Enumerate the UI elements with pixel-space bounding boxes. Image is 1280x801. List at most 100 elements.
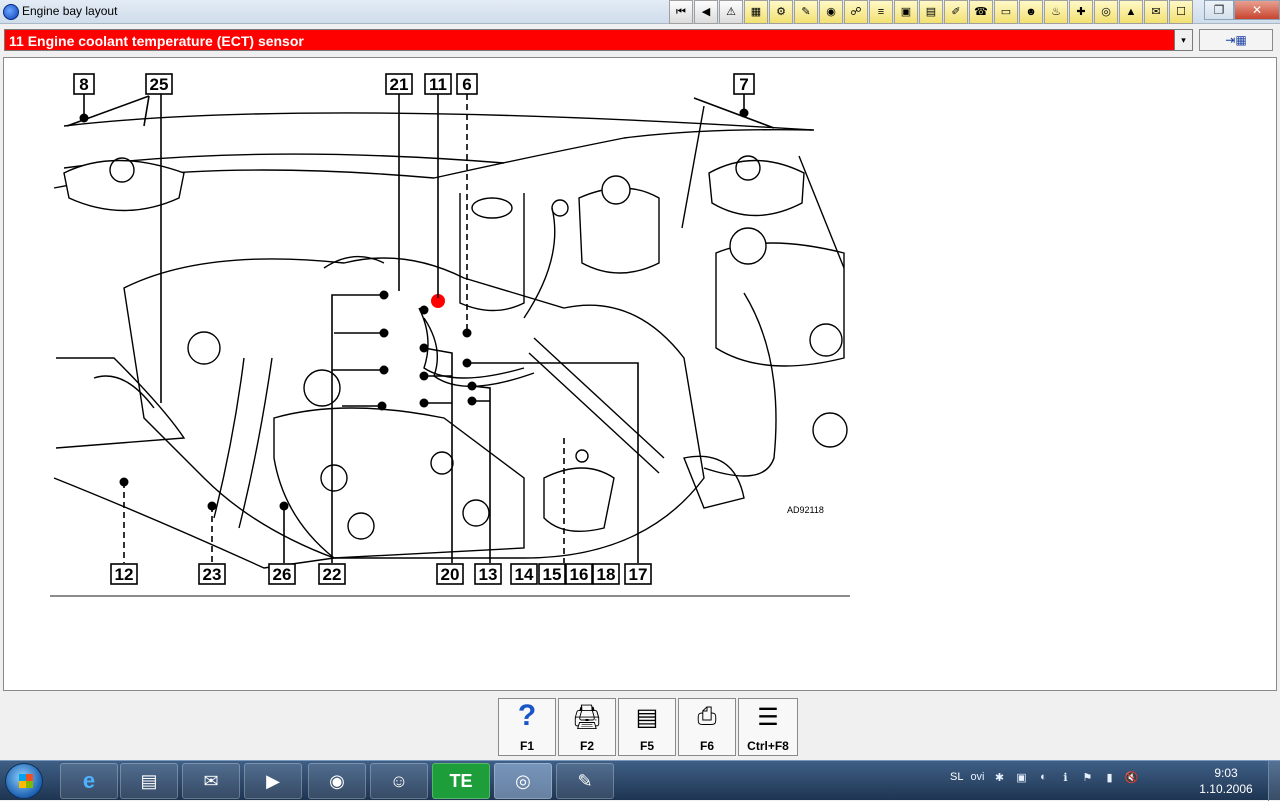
print-button[interactable]: ⎙ F6 [678, 698, 736, 756]
bluetooth-icon[interactable]: ✱ [991, 769, 1007, 785]
callout-label-18[interactable]: 18 [592, 563, 620, 585]
toolbar-tool-7-button[interactable]: ▣ [894, 0, 918, 24]
list-button[interactable]: ☰ Ctrl+F8 [738, 698, 798, 756]
toolbar-tool-4-button[interactable]: ◉ [819, 0, 843, 24]
callout-label-21[interactable]: 21 [385, 73, 413, 95]
taskbar-chrome-button[interactable]: ◉ [308, 763, 366, 799]
window-title: Engine bay layout [22, 4, 118, 18]
document-label: F5 [639, 739, 654, 753]
taskbar-internet-explorer-button[interactable]: e [60, 763, 118, 799]
toolbar-tool-12-button[interactable]: ☻ [1019, 0, 1043, 24]
volume-muted-icon[interactable]: 🔇 [1123, 769, 1139, 785]
toolbar-tool-16-button[interactable]: ▲ [1119, 0, 1143, 24]
callout-label-15[interactable]: 15 [538, 563, 566, 585]
te-app-icon: TE [449, 770, 473, 791]
toolbar-tool-9-button[interactable]: ✐ [944, 0, 968, 24]
callout-label-6[interactable]: 6 [456, 73, 478, 95]
sync-icon[interactable]: ◐ [1035, 769, 1051, 785]
callout-label-22[interactable]: 22 [318, 563, 346, 585]
toolbar-tool-5-button[interactable]: ☍ [844, 0, 868, 24]
ovi-icon[interactable]: ovi [969, 769, 985, 785]
media-player-icon: ▶ [266, 770, 280, 791]
toolbar-first-button[interactable]: ⏮ [669, 0, 693, 24]
engine-illustration [50, 105, 850, 597]
app-icon [3, 4, 19, 20]
toolbar-tool-1-button[interactable]: ▦ [744, 0, 768, 24]
callout-label-13[interactable]: 13 [474, 563, 502, 585]
toolbar-tool-13-button[interactable]: ♨ [1044, 0, 1068, 24]
flag-icon[interactable]: ⚑ [1079, 769, 1095, 785]
toolbar-tool-10-button[interactable]: ☎ [969, 0, 993, 24]
chrome-icon: ◉ [329, 770, 345, 791]
list-icon: ☰ [757, 704, 779, 731]
taskbar-file-explorer-button[interactable]: ▤ [120, 763, 178, 799]
taskbar-paint-button[interactable]: ✎ [556, 763, 614, 799]
callout-number: 12 [115, 565, 134, 584]
taskbar-messenger-button[interactable]: ☺ [370, 763, 428, 799]
callout-label-8[interactable]: 8 [73, 73, 95, 95]
previous-icon: ◀ [701, 5, 711, 18]
close-icon: ✕ [1251, 3, 1263, 17]
show-desktop-button[interactable] [1268, 761, 1280, 801]
callout-label-17[interactable]: 17 [624, 563, 652, 585]
toolbar-tool-18-button[interactable]: ☐ [1169, 0, 1193, 24]
clock[interactable]: 9:03 1.10.2006 [1196, 765, 1256, 797]
callout-label-20[interactable]: 20 [436, 563, 464, 585]
title-bar[interactable]: Engine bay layout ⏮ ◀ ⚠ ▦ ⚙ ✎ ◉ ☍ ≡ ▣ ▤ ✐ ☎ ▭ ☻ ♨ ✚ ◎ ▲ ✉ ☐ … [0, 0, 1280, 24]
callout-label-7[interactable]: 7 [733, 73, 755, 95]
taskbar-media-player-button[interactable]: ▶ [244, 763, 302, 799]
toolbar-tool-11-button[interactable]: ▭ [994, 0, 1018, 24]
tool-6-icon: ≡ [877, 5, 885, 18]
callout-number: 6 [462, 75, 471, 94]
tool-13-icon: ♨ [1051, 5, 1061, 18]
tool-7-icon: ▣ [900, 5, 912, 18]
toolbar-tool-17-button[interactable]: ✉ [1144, 0, 1168, 24]
callout-label-16[interactable]: 16 [565, 563, 593, 585]
callout-number: 8 [79, 75, 88, 94]
restore-button[interactable]: ❐ [1204, 0, 1234, 20]
toolbar-warning-button[interactable]: ⚠ [719, 0, 743, 24]
print-icon: ⎙ [697, 703, 717, 730]
taskbar-autodata-button[interactable]: ◎ [494, 763, 552, 799]
document-button[interactable]: ▤ F5 [618, 698, 676, 756]
print-preview-button[interactable]: 🖨 F2 [558, 698, 616, 756]
toolbar-tool-8-button[interactable]: ▤ [919, 0, 943, 24]
tool-5-icon: ☍ [850, 5, 862, 18]
jump-button[interactable]: ⇥▦ [1199, 29, 1273, 51]
callout-number: 23 [203, 565, 222, 584]
print-preview-icon: 🖨 [571, 704, 603, 731]
clock-date: 1.10.2006 [1199, 782, 1253, 796]
callout-label-12[interactable]: 12 [110, 563, 138, 585]
info-icon[interactable]: ℹ [1057, 769, 1073, 785]
selected-component: 11 Engine coolant temperature (ECT) sens… [9, 33, 304, 49]
toolbar-tool-2-button[interactable]: ⚙ [769, 0, 793, 24]
language-indicator[interactable]: SL [950, 771, 963, 783]
callout-label-14[interactable]: 14 [510, 563, 538, 585]
callout-number: 14 [515, 565, 534, 584]
toolbar-tool-3-button[interactable]: ✎ [794, 0, 818, 24]
callout-label-23[interactable]: 23 [198, 563, 226, 585]
callout-labels: 8 25 21 11 6 7 12 23 26 22 20 13 14 15 16 18 17 [73, 73, 755, 585]
callout-label-26[interactable]: 26 [268, 563, 296, 585]
toolbar-tool-15-button[interactable]: ◎ [1094, 0, 1118, 24]
toolbar-previous-button[interactable]: ◀ [694, 0, 718, 24]
help-button[interactable]: ? F1 [498, 698, 556, 756]
close-button[interactable]: ✕ [1234, 0, 1280, 20]
toolbar-tool-6-button[interactable]: ≡ [869, 0, 893, 24]
component-selector[interactable]: 11 Engine coolant temperature (ECT) sens… [4, 29, 1193, 51]
callout-label-25[interactable]: 25 [145, 73, 173, 95]
app-tray-icon[interactable]: ▣ [1013, 769, 1029, 785]
connection-dots [79, 108, 749, 511]
windows-logo-icon [19, 774, 33, 788]
taskbar-outlook-button[interactable]: ✉ [182, 763, 240, 799]
callout-label-11[interactable]: 11 [424, 73, 452, 95]
network-icon[interactable]: ▮ [1101, 769, 1117, 785]
taskbar-te-app-button[interactable]: TE [432, 763, 490, 799]
callout-number: 16 [570, 565, 589, 584]
toolbar-tool-14-button[interactable]: ✚ [1069, 0, 1093, 24]
start-button[interactable] [5, 763, 43, 799]
diagram-code: AD92118 [787, 505, 824, 515]
print-preview-label: F2 [579, 739, 594, 753]
document-icon: ▤ [635, 704, 659, 731]
dropdown-arrow-icon[interactable]: ▾ [1174, 30, 1192, 50]
